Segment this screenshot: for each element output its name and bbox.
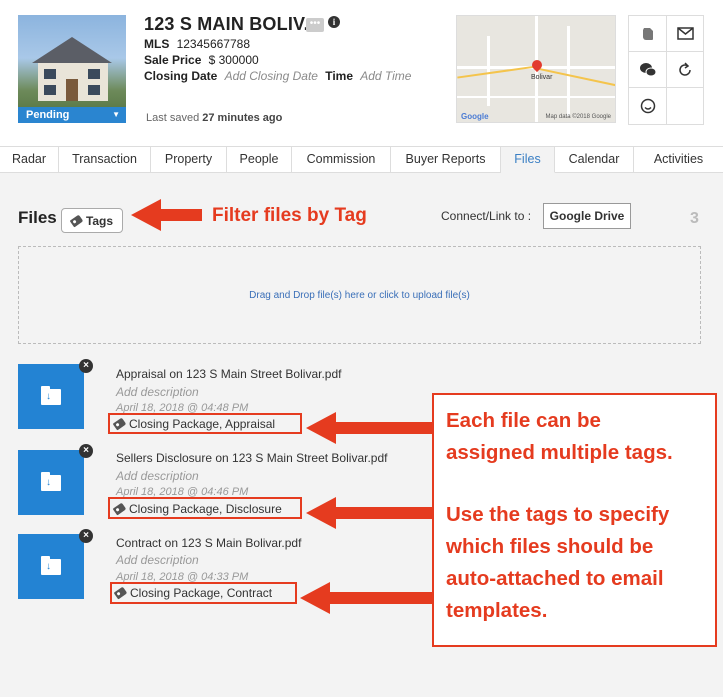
mls-label: MLS <box>144 37 170 51</box>
connect-label: Connect/Link to : <box>441 209 532 223</box>
tag-icon <box>69 214 84 227</box>
evernote-icon[interactable] <box>629 16 667 52</box>
chat-icon[interactable] <box>629 52 667 88</box>
tab-calendar[interactable]: Calendar <box>555 147 634 173</box>
closing-date-field[interactable]: Add Closing Date <box>225 69 318 83</box>
tab-activities[interactable]: Activities <box>634 147 723 173</box>
file-tags-label: Closing Package, Contract <box>130 586 273 600</box>
last-saved-value: 27 minutes ago <box>202 112 283 124</box>
file-name[interactable]: Contract on 123 S Main Bolivar.pdf <box>116 536 301 550</box>
action-panel <box>628 15 704 125</box>
tags-button-label: Tags <box>85 213 114 228</box>
closing-date-label: Closing Date <box>144 69 218 83</box>
time-label: Time <box>325 69 353 83</box>
map-attribution: Map data ©2018 Google <box>545 114 611 120</box>
time-field[interactable]: Add Time <box>360 69 411 83</box>
file-tags-label: Closing Package, Disclosure <box>129 502 282 516</box>
mail-icon[interactable] <box>666 16 704 52</box>
location-map[interactable]: Bolivar Google Map data ©2018 Google <box>456 15 616 123</box>
annotation-arrow-head <box>131 199 161 231</box>
listing-title: 123 S MAIN BOLIV... <box>144 14 320 34</box>
info-icon[interactable]: i <box>328 16 340 28</box>
tab-transaction[interactable]: Transaction <box>59 147 151 173</box>
sale-price-label: Sale Price <box>144 53 202 67</box>
folder-download-icon: ↓ <box>41 385 61 405</box>
delete-file-icon[interactable]: × <box>79 529 93 543</box>
annotation-callout: Each file can be assigned multiple tags.… <box>432 393 717 647</box>
callout-line: Use the tags to specify <box>446 503 670 526</box>
sale-price-value: $ 300000 <box>208 53 259 67</box>
annotation-arrow <box>334 422 434 434</box>
last-saved: Last saved 27 minutes ago <box>146 112 282 124</box>
closing-date-row: Closing Date Add Closing Date Time Add T… <box>144 68 414 84</box>
file-description[interactable]: Add description <box>116 385 199 399</box>
annotation-arrow-head <box>306 497 336 529</box>
file-description[interactable]: Add description <box>116 469 199 483</box>
sale-price-row: Sale Price $ 300000 <box>144 52 259 67</box>
callout-line: auto-attached to email <box>446 567 664 590</box>
dropzone-text: Drag and Drop file(s) here or click to u… <box>249 289 470 301</box>
tab-buyer-reports[interactable]: Buyer Reports <box>391 147 501 173</box>
file-icon[interactable]: ↓ <box>18 534 84 599</box>
file-tags[interactable]: Closing Package, Disclosure <box>112 502 282 516</box>
annotation-arrow-head <box>300 582 330 614</box>
chevron-down-icon: ▼ <box>112 110 120 119</box>
tab-property[interactable]: Property <box>151 147 227 173</box>
tab-bar: Radar Transaction Property People Commis… <box>0 146 723 173</box>
tab-commission[interactable]: Commission <box>292 147 391 173</box>
tag-icon <box>112 417 127 431</box>
status-dropdown[interactable]: Pending ▼ <box>18 107 126 123</box>
mls-row: MLS 12345667788 <box>144 36 250 51</box>
tag-icon <box>112 502 127 516</box>
smile-icon[interactable] <box>629 88 667 124</box>
annotation-arrow <box>158 209 202 221</box>
callout-line: templates. <box>446 599 548 622</box>
annotation-arrow-head <box>306 412 336 444</box>
tags-filter-button[interactable]: Tags <box>61 208 123 233</box>
callout-line: which files should be <box>446 535 654 558</box>
status-label: Pending <box>26 109 70 121</box>
callout-line: Each file can be <box>446 409 601 432</box>
folder-download-icon: ↓ <box>41 471 61 491</box>
annotation-filter-label: Filter files by Tag <box>212 205 367 226</box>
tab-people[interactable]: People <box>227 147 292 173</box>
files-title: Files <box>18 208 57 227</box>
file-name[interactable]: Appraisal on 123 S Main Street Bolivar.p… <box>116 367 341 381</box>
delete-file-icon[interactable]: × <box>79 359 93 373</box>
file-name[interactable]: Sellers Disclosure on 123 S Main Street … <box>116 451 387 465</box>
refresh-icon[interactable] <box>666 52 704 88</box>
folder-download-icon: ↓ <box>41 555 61 575</box>
tab-radar[interactable]: Radar <box>0 147 59 173</box>
file-tags[interactable]: Closing Package, Contract <box>113 586 273 600</box>
google-logo: Google <box>461 112 489 121</box>
more-icon[interactable]: ••• <box>306 18 324 32</box>
file-description[interactable]: Add description <box>116 553 199 567</box>
file-tags-label: Closing Package, Appraisal <box>129 417 276 431</box>
upload-dropzone[interactable]: Drag and Drop file(s) here or click to u… <box>18 246 701 344</box>
tab-files[interactable]: Files <box>501 147 555 173</box>
mls-value: 12345667788 <box>176 37 250 51</box>
file-count: 3 <box>690 210 699 227</box>
file-icon[interactable]: ↓ <box>18 450 84 515</box>
annotation-arrow <box>334 507 434 519</box>
tag-icon <box>113 586 128 600</box>
google-drive-button[interactable]: Google Drive <box>543 203 631 229</box>
last-saved-prefix: Last saved <box>146 112 200 124</box>
map-label: Bolivar <box>531 74 553 81</box>
file-icon[interactable]: ↓ <box>18 364 84 429</box>
callout-line: assigned multiple tags. <box>446 441 673 464</box>
file-tags[interactable]: Closing Package, Appraisal <box>112 417 276 431</box>
annotation-arrow <box>328 592 434 604</box>
delete-file-icon[interactable]: × <box>79 444 93 458</box>
